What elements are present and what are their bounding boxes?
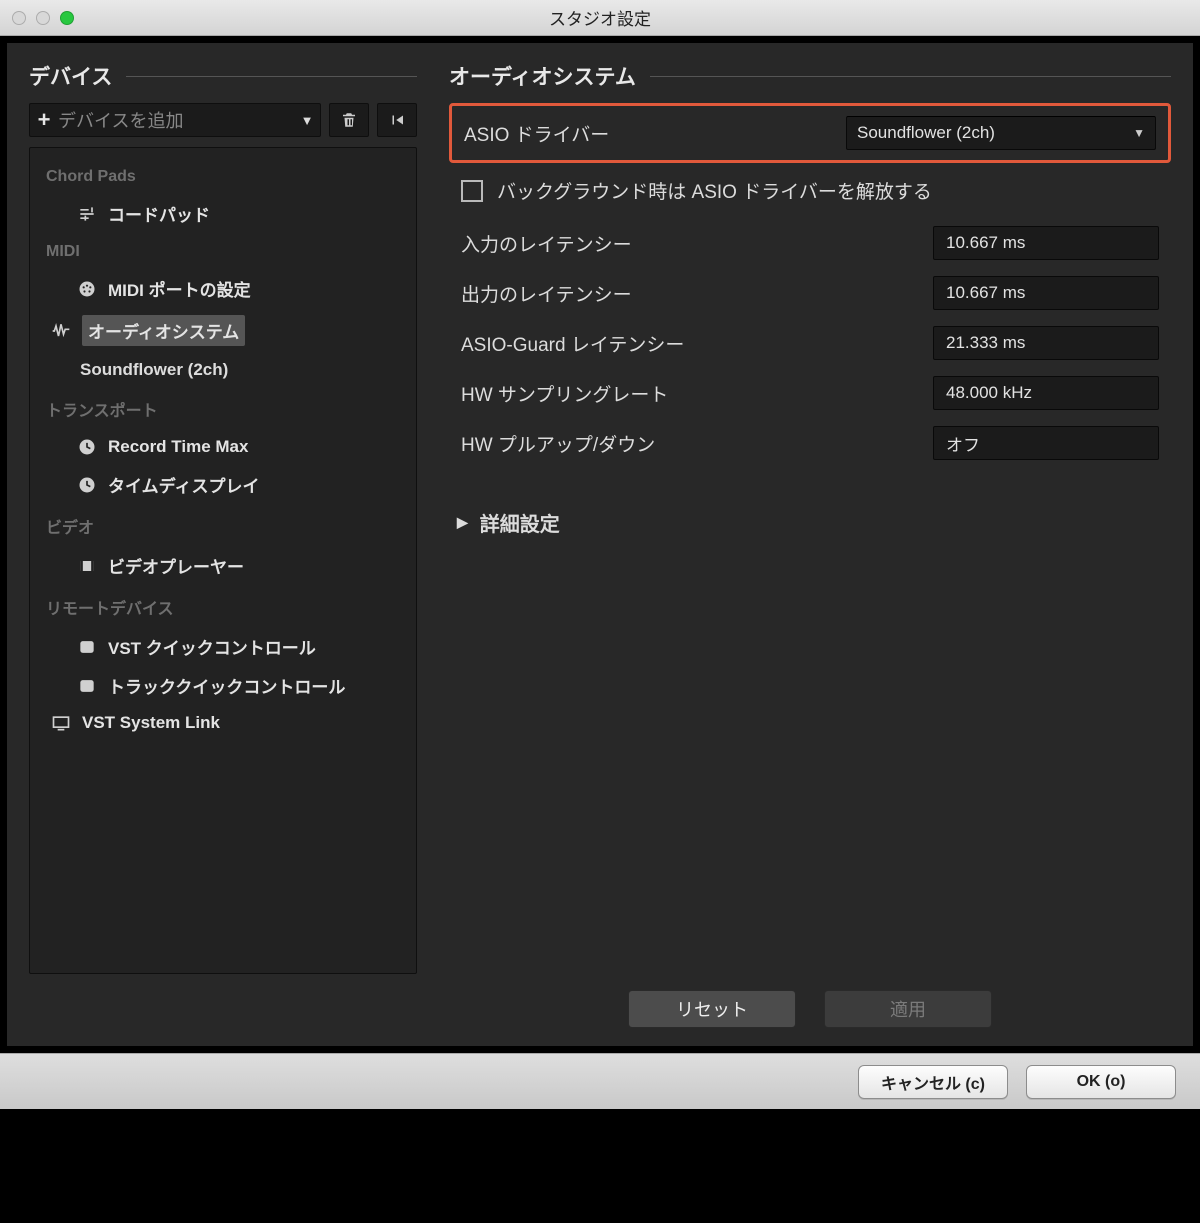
advanced-settings-label: 詳細設定	[480, 508, 560, 537]
clock-icon	[76, 474, 98, 496]
release-in-background-label: バックグラウンド時は ASIO ドライバーを解放する	[497, 177, 932, 204]
tree-item-video-player[interactable]: ビデオプレーヤー	[36, 546, 410, 585]
sliders-icon	[76, 203, 98, 225]
tree-item-vst-system-link[interactable]: VST System Link	[36, 705, 410, 741]
hw-sample-rate-value: 48.000 kHz	[933, 376, 1159, 410]
page-title: オーディオシステム	[449, 61, 636, 91]
plus-icon: +	[30, 107, 58, 133]
cancel-button[interactable]: キャンセル (c)	[858, 1065, 1008, 1099]
tree-item-record-time-max[interactable]: Record Time Max	[36, 429, 410, 465]
controller-icon	[76, 636, 98, 658]
dialog-footer: キャンセル (c) OK (o)	[0, 1053, 1200, 1109]
tree-item-label: VST System Link	[82, 713, 220, 733]
tree-group-remote: リモートデバイス	[36, 585, 410, 627]
tree-item-label: タイムディスプレイ	[108, 472, 259, 497]
asio-driver-label: ASIO ドライバー	[464, 120, 846, 147]
output-latency-label: 出力のレイテンシー	[461, 280, 933, 307]
advanced-settings-toggle[interactable]: ▶ 詳細設定	[449, 468, 1171, 537]
chevron-down-icon: ▼	[294, 113, 320, 128]
device-tree[interactable]: Chord Pads コードパッド MIDI MIDI ポートの設定 オーディオ…	[29, 147, 417, 974]
apply-button[interactable]: 適用	[824, 990, 992, 1028]
tree-item-label: オーディオシステム	[82, 315, 245, 346]
input-latency-value: 10.667 ms	[933, 226, 1159, 260]
triangle-right-icon: ▶	[457, 514, 468, 531]
asio-driver-row-highlight: ASIO ドライバー Soundflower (2ch) ▼	[449, 103, 1171, 163]
window-title: スタジオ設定	[0, 5, 1200, 30]
hw-pull-value: オフ	[933, 426, 1159, 460]
monitor-icon	[50, 712, 72, 734]
title-bar: スタジオ設定	[0, 0, 1200, 36]
tree-item-time-display[interactable]: タイムディスプレイ	[36, 465, 410, 504]
reset-device-button[interactable]	[377, 103, 417, 137]
midi-icon	[76, 278, 98, 300]
add-device-label: デバイスを追加	[58, 107, 294, 133]
delete-device-button[interactable]	[329, 103, 369, 137]
studio-setup-dialog: デバイス + デバイスを追加 ▼ Chord Pads	[6, 42, 1194, 1047]
devices-heading: デバイス	[29, 61, 417, 91]
tree-item-track-quick-controls[interactable]: トラッククイックコントロール	[36, 666, 410, 705]
audio-system-heading: オーディオシステム	[449, 61, 1171, 91]
tree-item-audio-driver[interactable]: Soundflower (2ch)	[36, 353, 410, 387]
tree-item-label: ビデオプレーヤー	[108, 553, 244, 578]
tree-item-vst-quick-controls[interactable]: VST クイックコントロール	[36, 627, 410, 666]
asio-driver-value: Soundflower (2ch)	[857, 123, 1133, 143]
reset-button[interactable]: リセット	[628, 990, 796, 1028]
tree-group-midi: MIDI	[36, 233, 410, 269]
tree-item-label: Record Time Max	[108, 437, 248, 457]
tree-item-midi-ports[interactable]: MIDI ポートの設定	[36, 269, 410, 308]
film-icon	[76, 555, 98, 577]
output-latency-value: 10.667 ms	[933, 276, 1159, 310]
chevron-down-icon: ▼	[1133, 126, 1145, 140]
tree-item-audio-system[interactable]: オーディオシステム	[36, 308, 410, 353]
tree-item-label: Soundflower (2ch)	[80, 360, 228, 380]
hw-sample-rate-label: HW サンプリングレート	[461, 380, 933, 407]
tree-item-label: コードパッド	[108, 201, 210, 226]
clock-icon	[76, 436, 98, 458]
controller-icon	[76, 675, 98, 697]
waveform-icon	[50, 320, 72, 342]
tree-group-video: ビデオ	[36, 504, 410, 546]
tree-item-label: MIDI ポートの設定	[108, 276, 251, 301]
tree-item-label: VST クイックコントロール	[108, 634, 316, 659]
tree-group-transport: トランスポート	[36, 387, 410, 429]
tree-item-chord-pad[interactable]: コードパッド	[36, 194, 410, 233]
tree-group-chord-pads: Chord Pads	[36, 158, 410, 194]
tree-item-label: トラッククイックコントロール	[108, 673, 345, 698]
release-in-background-checkbox[interactable]	[461, 180, 483, 202]
trash-icon	[340, 111, 358, 129]
divider	[650, 76, 1171, 77]
hw-pull-label: HW プルアップ/ダウン	[461, 430, 933, 457]
devices-heading-label: デバイス	[29, 61, 112, 91]
rewind-icon	[388, 111, 406, 129]
asio-driver-dropdown[interactable]: Soundflower (2ch) ▼	[846, 116, 1156, 150]
ok-button[interactable]: OK (o)	[1026, 1065, 1176, 1099]
divider	[126, 76, 417, 77]
add-device-dropdown[interactable]: + デバイスを追加 ▼	[29, 103, 321, 137]
asio-guard-latency-value: 21.333 ms	[933, 326, 1159, 360]
asio-guard-latency-label: ASIO-Guard レイテンシー	[461, 330, 933, 357]
input-latency-label: 入力のレイテンシー	[461, 230, 933, 257]
